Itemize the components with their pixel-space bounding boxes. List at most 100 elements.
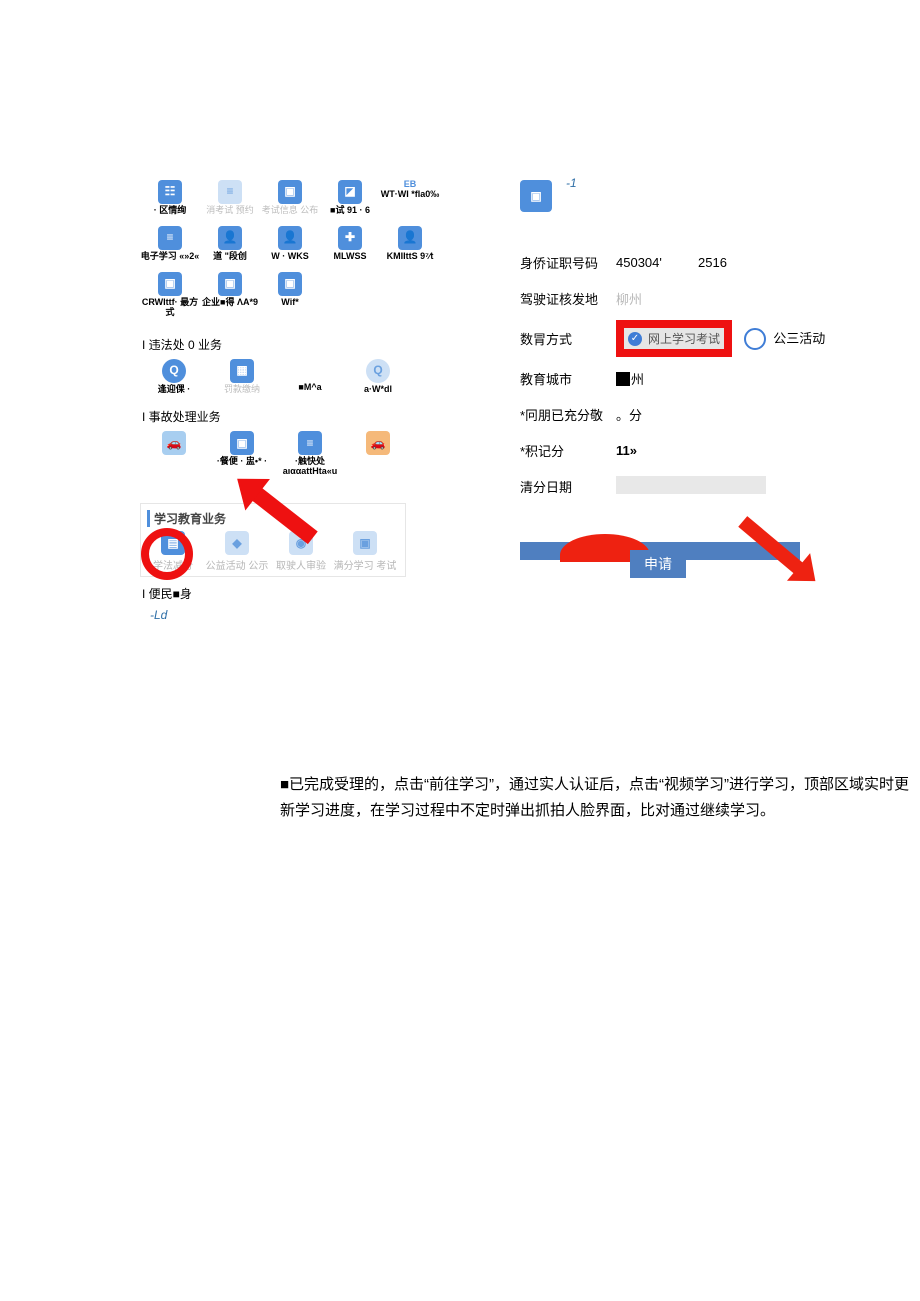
app-item[interactable]: 👤W · WKS [260,226,320,262]
app-item[interactable]: ◪ ■试 91 · 6 [320,180,380,216]
study-label: 满分学习 考试 [334,561,397,572]
study-label: 取驶人审验 [276,561,326,572]
section-accident: I 事故处理业务 [142,408,450,425]
study-item[interactable]: ▣ 满分学习 考试 [333,531,397,572]
grid-row-2: ≡ 电子学习 «»2« 👤 道 "段创 👤W · WKS ✚MLWSS 👤 KMIIt… [140,226,440,272]
app-item[interactable]: ☷ · 区情绚 [140,180,200,216]
app-label: 考试信息 公布 [260,206,320,216]
cart-icon: ▣ [218,272,242,296]
value-city: 州 [616,369,816,388]
id-part-b: 2516 [698,255,727,270]
app-item[interactable]: ▣·餐便 · 盅•* · [208,431,276,477]
study-section: 学习教育业务 ▤学法减分 ◆公益活动 公示 ◉取驶人审验 ▣满分学习 考试 [140,503,406,577]
calendar-icon: ☷ [158,180,182,204]
cart-icon: ▣ [278,272,302,296]
app-label: W · WKS [260,252,320,262]
app-label: 罚款缴纳 [208,385,276,395]
date-input[interactable] [616,476,766,494]
value-issue: 柳州 [616,292,642,307]
app-label: 企业■得 ΛA*9 [200,298,260,308]
radio-alt[interactable] [744,328,766,350]
city-text: 州 [631,372,644,387]
app-label: 消考试 预约 [200,206,260,216]
bag-icon: ▣ [278,180,302,204]
study-label: 公益活动 公示 [206,561,269,572]
app-item[interactable]: 👤 KMIIttS 9⁷⁄t [380,226,440,262]
study-item[interactable]: ◉ 取驶人审验 [269,531,333,572]
method-alt-label: 公三活动 [773,331,825,346]
grid-row-1: ☷ · 区情绚 ≡ 消考试 预约 ▣ 考试信息 公布 ◪ ■试 91 · 6 E… [140,180,440,226]
left-app-grid: ☷ · 区情绚 ≡ 消考试 预约 ▣ 考试信息 公布 ◪ ■试 91 · 6 E… [140,180,450,622]
cart-icon: ▣ [158,272,182,296]
app-item[interactable]: ≡·触快处 aıααattHta«u [276,431,344,477]
section-violations: I 违法处 0 业务 [142,336,450,353]
doc-icon: ≡ [218,180,242,204]
app-label: · 区情绚 [140,206,200,216]
app-label: KMIIttS 9⁷⁄t [380,252,440,262]
app-item[interactable]: ✚MLWSS [320,226,380,262]
app-label: WT·WI *fla0‰ [380,190,440,200]
app-label: a·W*dl [344,385,412,395]
check-icon: ✓ [628,332,642,346]
app-label: 电子学习 «»2« [140,252,200,262]
user-icon: ◉ [289,531,313,555]
list-icon: ≡ [158,226,182,250]
app-label: MLWSS [320,252,380,262]
app-label: 逢迎倮 · [140,385,208,395]
value-credit: 。分 [616,405,816,424]
app-item[interactable]: ▣Wif* [260,272,320,318]
camera-icon: ▣ [520,180,552,212]
search-icon: Q [366,359,390,383]
app-label: 道 "段创 [200,252,260,262]
app-item[interactable]: 🚗 [140,431,208,477]
grid-row-3: ▣CRWIttf· 最方式 ▣企业■得 ΛA*9 ▣Wif* [140,272,440,328]
section-convenience: I 便民■身 [142,585,450,602]
app-item[interactable]: ≡ 消考试 预约 [200,180,260,216]
study-head: 学习教育业务 [147,510,405,527]
app-label: ·触快处 aıααattHta«u [276,457,344,477]
app-label: ■试 91 · 6 [320,206,380,216]
method-selected-highlight[interactable]: ✓网上学习考试 [616,320,732,357]
label-credit: *冋朋已充分敬 [520,405,616,424]
app-item[interactable]: 👤 道 "段创 [200,226,260,262]
id-part-a: 450304' [616,255,662,270]
app-item[interactable]: ▣CRWIttf· 最方式 [140,272,200,318]
label-city: 教育城市 [520,369,616,388]
highlight-circle [141,528,193,580]
search-icon: Q [162,359,186,383]
person-icon: 👤 [218,226,242,250]
note-ld: -Ld [150,608,450,622]
label-id: 身侨证职号码 [520,253,616,272]
right-form-pane: ▣ -1 身侨证职号码 450304' 2516 驾驶证核发地 柳州 [520,180,860,622]
instruction-paragraph: ■已完成受理的，点击“前往学习”，通过实人认证后，点击“视频学习”进行学习，顶部… [280,772,920,823]
box-icon: ▣ [230,431,254,455]
app-item[interactable]: ≡ 电子学习 «»2« [140,226,200,262]
app-item[interactable]: ▦ 罚款缴纳 [208,359,276,395]
app-label: CRWIttf· 最方式 [140,298,200,318]
note-minus1: -1 [566,176,577,190]
label-method: 数冐方式 [520,329,616,348]
cube-icon: ▣ [353,531,377,555]
car-icon: 🚗 [366,431,390,455]
application-form: 身侨证职号码 450304' 2516 驾驶证核发地 柳州 数冐方式 [520,244,860,504]
label-score: *积记分 [520,441,616,460]
app-item[interactable]: Q 逢迎倮 · [140,359,208,395]
app-item[interactable]: ■M^a [276,359,344,395]
grid-row-5: 🚗 ▣·餐便 · 盅•* · ≡·触快处 aıααattHta«u 🚗 [140,431,415,483]
app-item[interactable]: EB WT·WI *fla0‰ [380,180,440,216]
button-bar: 申请 [520,542,800,560]
app-item[interactable]: 🚗 [344,431,412,477]
car-icon: 🚗 [162,431,186,455]
person-icon: 👤 [398,226,422,250]
app-label: ■M^a [276,383,344,393]
grid-icon: ▦ [230,359,254,383]
apply-button[interactable]: 申请 [630,550,686,578]
app-item[interactable]: ▣ 考试信息 公布 [260,180,320,216]
sheet-icon: ◪ [338,180,362,204]
study-item[interactable]: ◆ 公益活动 公示 [205,531,269,572]
app-item[interactable]: Qa·W*dl [344,359,412,395]
badge-icon: ◆ [225,531,249,555]
label-issue: 驾驶证核发地 [520,289,616,308]
list-icon: ≡ [298,431,322,455]
app-item[interactable]: ▣ 企业■得 ΛA*9 [200,272,260,318]
